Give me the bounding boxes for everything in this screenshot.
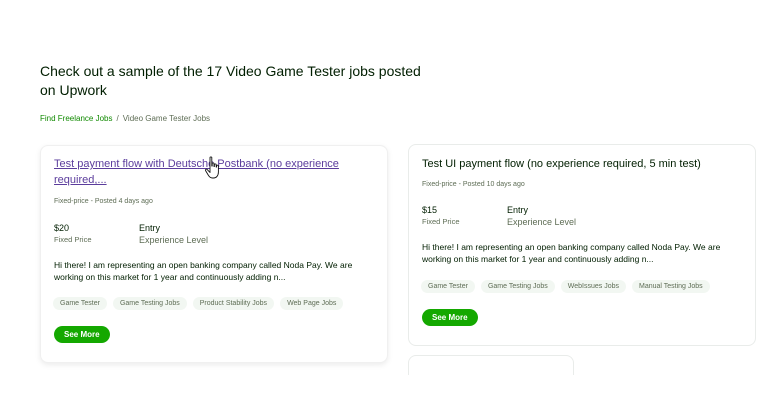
job-title-link[interactable]: Test UI payment flow (no experience requ… (422, 156, 742, 172)
see-more-button[interactable]: See More (54, 326, 110, 343)
breadcrumb-link-find-jobs[interactable]: Find Freelance Jobs (40, 114, 112, 123)
job-price: $15 (422, 205, 438, 215)
job-level-label: Experience Level (139, 235, 209, 245)
experience-block: Entry Experience Level (507, 204, 576, 228)
job-level: Entry (507, 205, 529, 215)
price-block: $20 Fixed Price (54, 222, 92, 246)
skill-tag[interactable]: Manual Testing Jobs (631, 280, 710, 293)
skill-tag[interactable]: Product Stability Jobs (192, 297, 275, 310)
job-level-label: Experience Level (507, 217, 577, 227)
skill-tag[interactable]: Game Testing Jobs (112, 297, 187, 310)
job-card[interactable]: Test UI payment flow (no experience requ… (408, 144, 756, 346)
skill-tag[interactable]: Web Page Jobs (280, 297, 344, 310)
job-description: Hi there! I am representing an open bank… (54, 260, 353, 282)
job-price: $20 (54, 223, 70, 233)
page-heading: Check out a sample of the 17 Video Game … (40, 63, 421, 98)
experience-block: Entry Experience Level (139, 222, 208, 246)
skill-tag[interactable]: Game Testing Jobs (480, 280, 555, 293)
job-meta: Fixed-price - Posted 4 days ago (54, 198, 153, 205)
job-posted: Posted 4 days ago (94, 198, 153, 205)
job-description: Hi there! I am representing an open bank… (422, 242, 721, 264)
job-price-label: Fixed Price (54, 235, 92, 244)
job-type: Fixed-price (422, 181, 457, 188)
job-tags: Game Tester Game Testing Jobs Product St… (53, 297, 344, 310)
job-tags: Game Tester Game Testing Jobs WebIssues … (421, 280, 710, 293)
hand-pointer-icon (204, 156, 219, 179)
skill-tag[interactable]: Game Tester (421, 280, 475, 293)
job-price-label: Fixed Price (422, 217, 460, 226)
breadcrumb-separator: / (116, 114, 119, 123)
job-posted: Posted 10 days ago (462, 181, 525, 188)
job-meta: Fixed-price - Posted 10 days ago (422, 181, 525, 188)
breadcrumb: Find Freelance Jobs / Video Game Tester … (40, 114, 210, 123)
price-block: $15 Fixed Price (422, 204, 460, 228)
skill-tag[interactable]: Game Tester (53, 297, 107, 310)
skill-tag[interactable]: WebIssues Jobs (560, 280, 626, 293)
job-level: Entry (139, 223, 161, 233)
see-more-button[interactable]: See More (422, 309, 478, 326)
breadcrumb-current: Video Game Tester Jobs (122, 114, 211, 123)
job-card-partial[interactable] (408, 355, 574, 375)
job-type: Fixed-price (54, 198, 89, 205)
